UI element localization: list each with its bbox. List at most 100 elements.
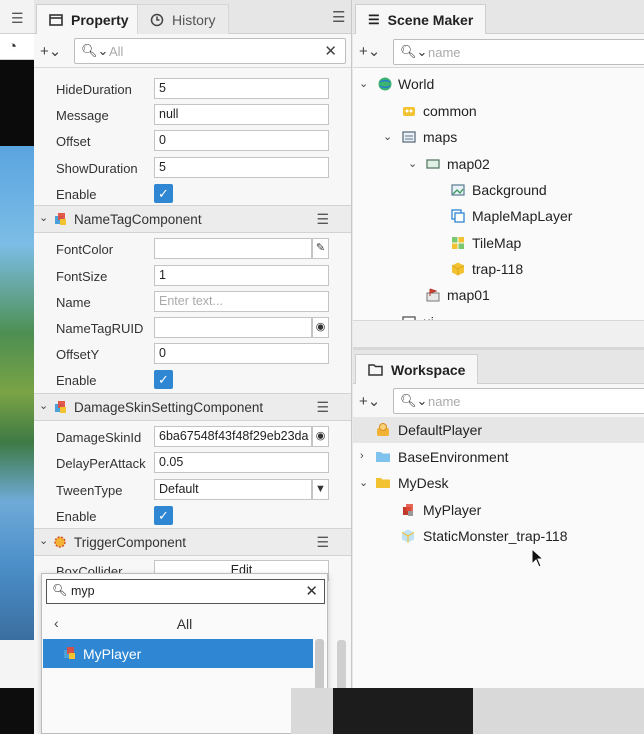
mouse-cursor-icon <box>531 548 545 568</box>
property-value-field[interactable]: null <box>154 104 329 125</box>
chevron-right-icon[interactable]: › <box>360 450 364 462</box>
property-value-field[interactable]: 5 <box>154 78 329 99</box>
workspace-search-row: +⌄ 🔍︎⌄ name <box>353 384 644 418</box>
property-row: OffsetY 0 <box>34 341 351 367</box>
maps-icon <box>402 131 416 143</box>
add-entity-icon[interactable]: +⌄ <box>359 42 380 60</box>
property-label: Offset <box>56 134 91 149</box>
tree-item-tilemap[interactable]: TileMap <box>353 230 644 256</box>
popup-item-myplayer[interactable]: MyPlayer <box>43 639 313 668</box>
property-value-field[interactable]: 5 <box>154 157 329 178</box>
globe-icon <box>378 77 392 91</box>
workspace-search-placeholder: name <box>428 394 461 409</box>
chevron-down-icon[interactable]: ⌄ <box>359 476 368 489</box>
tree-item-maplemaplayer[interactable]: MapleMapLayer <box>353 203 644 229</box>
tab-workspace[interactable]: Workspace <box>355 354 479 384</box>
component-header-trigger[interactable]: ⌄ TriggerComponent ☰ <box>34 528 351 556</box>
tab-scene-maker[interactable]: ☰ Scene Maker <box>355 4 487 34</box>
horizontal-scrollbar[interactable] <box>353 320 644 347</box>
performance-button[interactable]: ◔ <box>0 34 34 60</box>
chevron-down-icon[interactable]: ⌄ <box>359 77 368 90</box>
add-item-icon[interactable]: +⌄ <box>359 392 380 410</box>
tree-item-mydesk[interactable]: ⌄ MyDesk <box>353 470 644 496</box>
tree-item-map02[interactable]: ⌄ map02 <box>353 151 644 177</box>
eyedropper-icon[interactable]: ✎ <box>312 238 329 259</box>
chevron-down-icon[interactable]: ⌄ <box>408 157 417 170</box>
scene-search-input[interactable]: 🔍︎⌄ name <box>393 39 644 65</box>
component-menu-icon[interactable]: ☰ <box>316 399 329 416</box>
property-value-field[interactable]: 0 <box>154 130 329 151</box>
popup-category-nav: ‹ All <box>42 610 327 638</box>
workspace-search-input[interactable]: 🔍︎⌄ name <box>393 388 644 414</box>
property-row: ShowDuration 5 <box>34 155 351 181</box>
enable-checkbox[interactable]: ✓ <box>154 506 173 525</box>
component-menu-icon[interactable]: ☰ <box>316 211 329 228</box>
tab-history[interactable]: History <box>137 4 229 34</box>
chevron-down-icon[interactable]: ⌄ <box>383 130 392 143</box>
name-field[interactable]: Enter text... <box>154 291 329 312</box>
component-menu-icon[interactable]: ☰ <box>316 534 329 551</box>
chevron-down-icon[interactable]: ⌄ <box>39 211 48 224</box>
enable-checkbox[interactable]: ✓ <box>154 184 173 203</box>
tree-item-background[interactable]: Background <box>353 177 644 203</box>
target-picker-icon[interactable]: ◉ <box>312 426 329 447</box>
property-search-input[interactable]: 🔍︎⌄ All ✕ <box>74 38 346 64</box>
component-header-damageskin[interactable]: ⌄ DamageSkinSettingComponent ☰ <box>34 393 351 421</box>
tab-property[interactable]: Property <box>36 4 142 34</box>
property-row: NameTagRUID ◉ <box>34 315 351 341</box>
add-component-icon[interactable]: +⌄ <box>40 42 61 60</box>
tree-item-baseenvironment[interactable]: › BaseEnvironment <box>353 444 644 470</box>
target-picker-icon[interactable]: ◉ <box>312 317 329 338</box>
tree-item-world[interactable]: ⌄ World <box>353 71 644 97</box>
property-label: FontColor <box>56 242 114 257</box>
offset-y-field[interactable]: 0 <box>154 343 329 364</box>
tween-type-select[interactable]: Default <box>154 479 312 500</box>
tree-item-maps[interactable]: ⌄ maps <box>353 124 644 150</box>
trigger-icon <box>54 536 66 548</box>
property-label: FontSize <box>56 269 108 284</box>
hamburger-menu-button[interactable]: ☰ <box>0 0 34 34</box>
tree-item-trap-118[interactable]: trap-118 <box>353 256 644 282</box>
tree-item-map01[interactable]: map01 <box>353 282 644 308</box>
search-icon: 🔍︎⌄ <box>400 393 428 408</box>
close-icon[interactable]: ✕ <box>305 582 318 600</box>
component-header-nametag[interactable]: ⌄ NameTagComponent ☰ <box>34 205 351 233</box>
panel-menu-icon[interactable]: ☰ <box>332 8 345 26</box>
scrollbar[interactable] <box>315 639 324 691</box>
property-row: Enable ✓ <box>34 367 351 393</box>
damage-skin-id-field[interactable]: 6ba67548f43f48f29eb23da <box>154 426 312 447</box>
enable-checkbox[interactable]: ✓ <box>154 370 173 389</box>
popup-search-query: myp <box>71 584 95 598</box>
tree-item-common[interactable]: common <box>353 98 644 124</box>
close-icon[interactable]: ✕ <box>324 42 337 60</box>
property-label: Name <box>56 295 91 310</box>
chevron-down-icon[interactable]: ⌄ <box>39 399 48 412</box>
scrollbar[interactable] <box>337 640 346 690</box>
tab-property-label: Property <box>71 11 129 28</box>
component-title: NameTagComponent <box>74 212 202 227</box>
tree-item-myplayer[interactable]: MyPlayer <box>353 497 644 523</box>
chevron-down-icon[interactable]: ⌄ <box>39 534 48 547</box>
property-label: OffsetY <box>56 347 100 362</box>
font-size-field[interactable]: 1 <box>154 265 329 286</box>
popup-search-input[interactable]: 🔍︎ myp ✕ <box>46 579 325 604</box>
property-label: Enable <box>56 187 97 202</box>
tree-item-label: common <box>423 103 477 119</box>
tilemap-icon <box>452 237 464 249</box>
property-row: Enable ✓ <box>34 181 351 207</box>
dark-window-fragment <box>333 688 473 734</box>
property-label: Enable <box>56 373 97 388</box>
background-image-icon <box>451 184 465 196</box>
font-color-field[interactable] <box>154 238 312 259</box>
workspace-panel: Workspace +⌄ 🔍︎⌄ name DefaultPlayer › Ba… <box>353 347 644 734</box>
tree-item-defaultplayer[interactable]: DefaultPlayer <box>353 417 644 443</box>
search-icon: 🔍︎⌄ <box>81 43 109 58</box>
list-icon: ☰ <box>368 11 380 27</box>
tree-item-staticmonster[interactable]: StaticMonster_trap-118 <box>353 523 644 549</box>
delay-per-attack-field[interactable]: 0.05 <box>154 452 329 473</box>
property-row: DelayPerAttack 0.05 <box>34 450 351 476</box>
property-row: FontColor ✎ <box>34 236 351 262</box>
nametag-ruid-field[interactable] <box>154 317 312 338</box>
search-icon: 🔍︎⌄ <box>400 44 428 59</box>
dropdown-arrow-icon[interactable]: ▼ <box>312 479 329 500</box>
